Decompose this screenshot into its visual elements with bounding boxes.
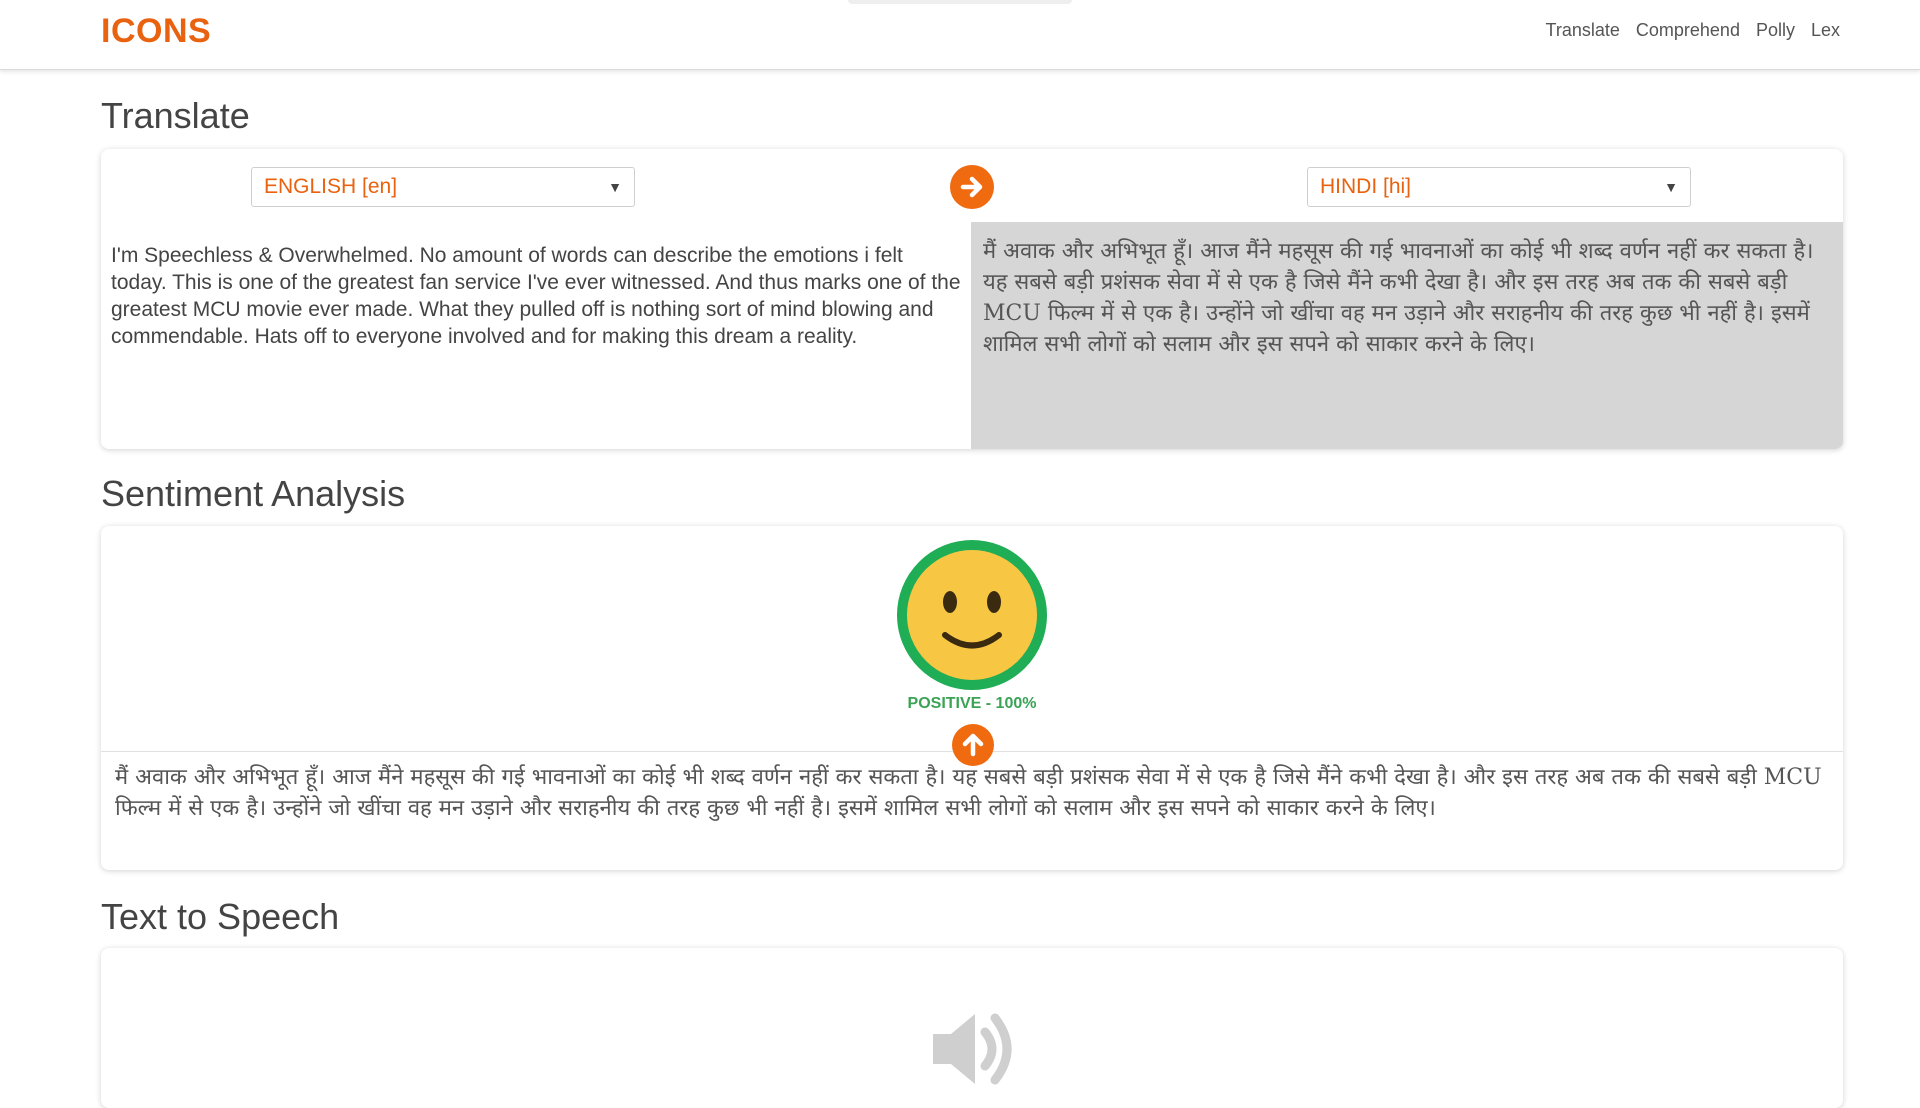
source-text-input[interactable]: I'm Speechless & Overwhelmed. No amount …	[111, 242, 961, 350]
top-notch	[848, 0, 1072, 4]
tts-section-title: Text to Speech	[101, 896, 340, 937]
target-language-select[interactable]: HINDI [hi] ▼	[1307, 167, 1691, 207]
chevron-down-icon: ▼	[1664, 179, 1678, 195]
translate-button[interactable]	[950, 165, 994, 209]
translated-text: मैं अवाक और अभिभूत हूँ। आज मैंने महसूस क…	[983, 239, 1814, 357]
navbar: ICONS Translate Comprehend Polly Lex	[0, 0, 1920, 70]
translate-section-title: Translate	[101, 95, 250, 136]
nav-link-comprehend[interactable]: Comprehend	[1636, 20, 1740, 41]
sentiment-source-text: मैं अवाक और अभिभूत हूँ। आज मैंने महसूस क…	[115, 765, 1822, 821]
source-language-value: ENGLISH [en]	[264, 175, 398, 198]
source-language-select[interactable]: ENGLISH [en] ▼	[251, 167, 635, 207]
translation-output-pane: मैं अवाक और अभिभूत हूँ। आज मैंने महसूस क…	[971, 222, 1843, 449]
nav-links: Translate Comprehend Polly Lex	[1546, 20, 1840, 41]
tts-card	[101, 948, 1843, 1108]
translate-card: ENGLISH [en] ▼ HINDI [hi] ▼ I'm Speechle…	[101, 149, 1843, 449]
smiley-face-icon	[897, 540, 1047, 690]
speaker-icon[interactable]	[927, 1004, 1017, 1094]
sentiment-section-title: Sentiment Analysis	[101, 473, 406, 514]
chevron-down-icon: ▼	[608, 179, 622, 195]
sentiment-result-label: POSITIVE - 100%	[907, 695, 1037, 712]
brand-logo[interactable]: ICONS	[101, 12, 211, 51]
arrow-right-icon	[960, 176, 983, 198]
analyze-button[interactable]	[952, 724, 994, 766]
sentiment-card: POSITIVE - 100% मैं अवाक और अभिभूत हूँ। …	[101, 526, 1843, 870]
nav-link-translate[interactable]: Translate	[1546, 20, 1620, 41]
nav-link-polly[interactable]: Polly	[1756, 20, 1795, 41]
target-language-value: HINDI [hi]	[1320, 175, 1412, 198]
arrow-up-icon	[962, 733, 984, 757]
nav-link-lex[interactable]: Lex	[1811, 20, 1840, 41]
